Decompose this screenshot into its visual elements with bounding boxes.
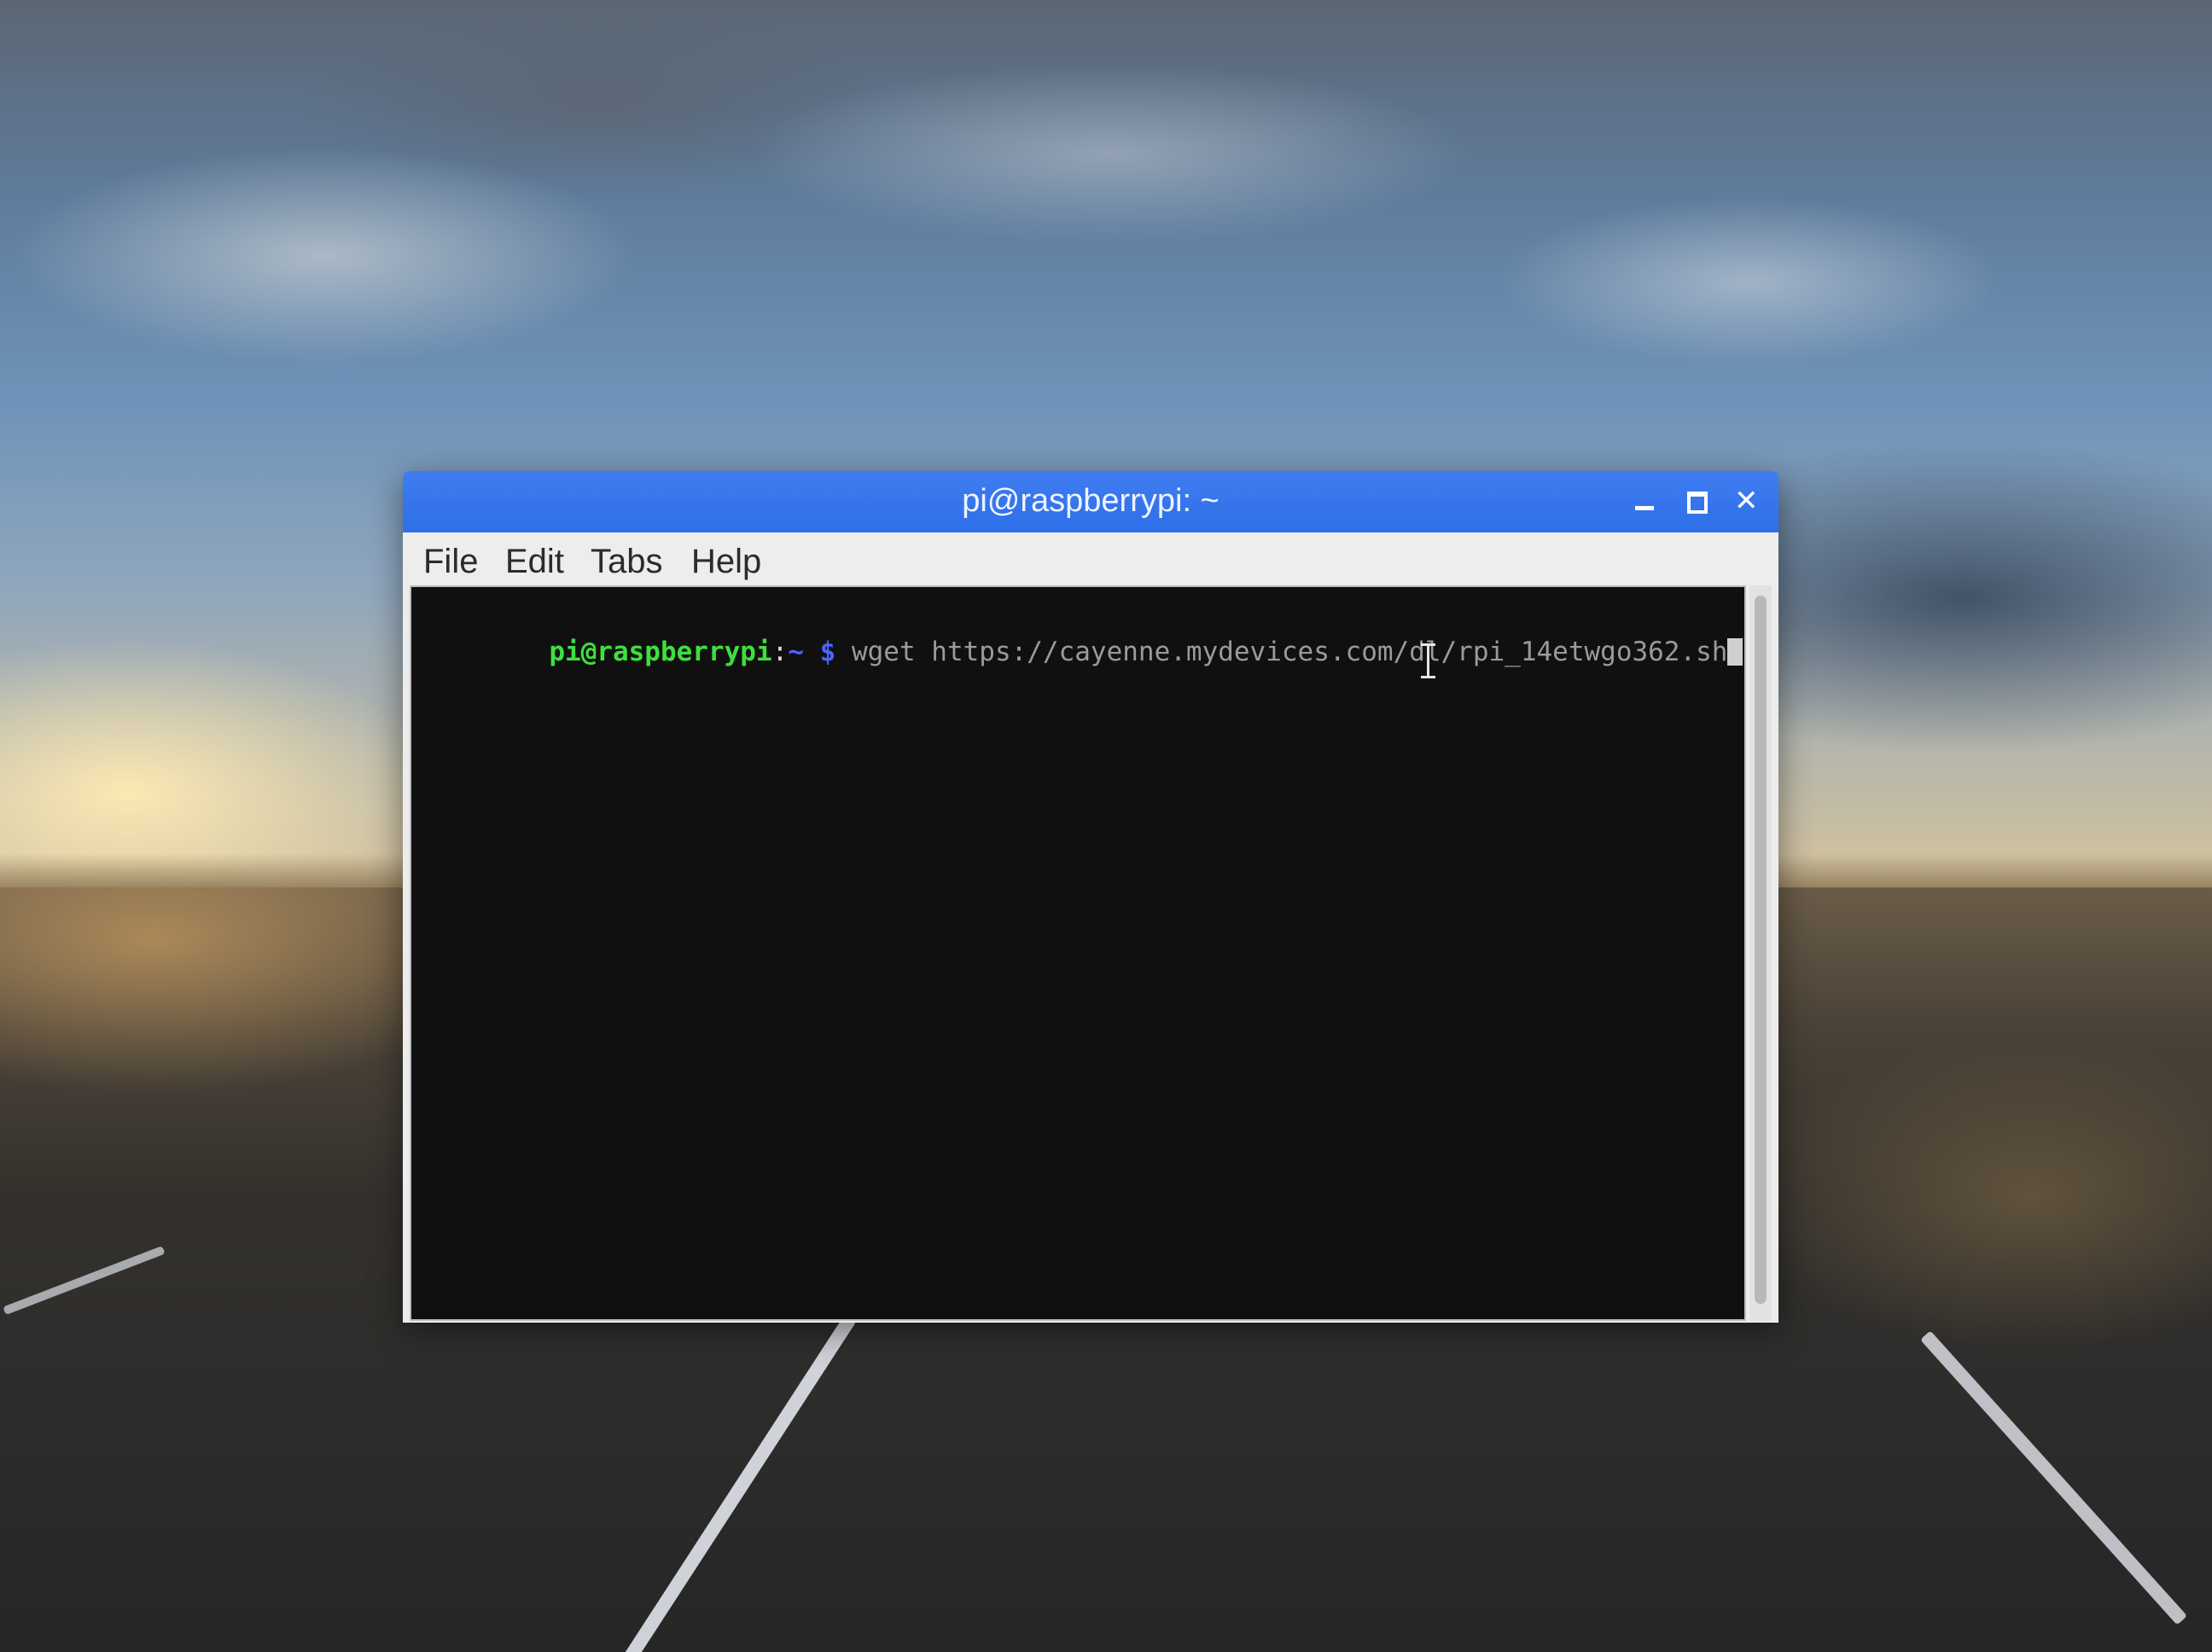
- window-title: pi@raspberrypi: ~: [962, 483, 1220, 519]
- minimize-icon: [1635, 506, 1654, 510]
- prompt-separator: :: [771, 637, 789, 667]
- prompt-symbol: $: [819, 637, 836, 667]
- menu-edit[interactable]: Edit: [505, 543, 564, 581]
- terminal-scrollbar[interactable]: [1749, 585, 1772, 1321]
- terminal-output-area[interactable]: pi@raspberrypi:~ $ wget https://cayenne.…: [410, 585, 1746, 1321]
- minimize-button[interactable]: [1627, 483, 1664, 521]
- close-icon: ✕: [1734, 484, 1759, 518]
- desktop-background: pi@raspberrypi: ~ ✕ File Edit Tabs Help …: [0, 0, 2212, 1652]
- maximize-icon: [1687, 492, 1708, 514]
- prompt-path: ~: [788, 637, 804, 667]
- prompt-user-host: pi@raspberrypi: [549, 637, 772, 667]
- menu-tabs[interactable]: Tabs: [591, 543, 663, 581]
- menu-help[interactable]: Help: [691, 543, 761, 581]
- scrollbar-thumb[interactable]: [1755, 596, 1767, 1304]
- maximize-button[interactable]: [1678, 483, 1715, 521]
- text-cursor-icon: [1420, 643, 1437, 679]
- window-titlebar[interactable]: pi@raspberrypi: ~ ✕: [403, 471, 1778, 532]
- terminal-command-line[interactable]: pi@raspberrypi:~ $ wget https://cayenne.…: [422, 606, 1743, 698]
- terminal-command-text: wget https://cayenne.mydevices.com/dl/rp…: [851, 637, 1728, 667]
- terminal-cursor: [1727, 638, 1743, 666]
- close-button[interactable]: ✕: [1727, 483, 1765, 521]
- terminal-window[interactable]: pi@raspberrypi: ~ ✕ File Edit Tabs Help …: [403, 471, 1778, 1323]
- menu-file[interactable]: File: [423, 543, 478, 581]
